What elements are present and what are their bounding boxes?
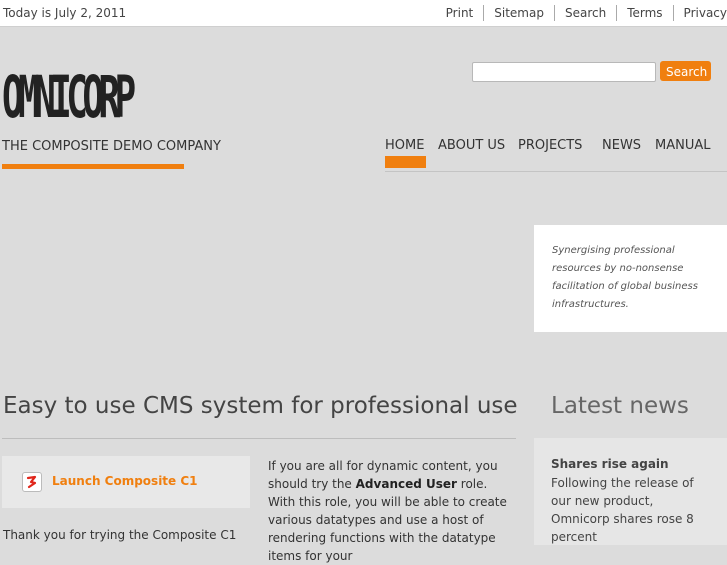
promo-text: Synergising professional resources by no… [552,245,698,310]
sitemap-link[interactable]: Sitemap [484,5,554,21]
nav-item-projects[interactable]: PROJECTS [518,138,582,153]
intro-paragraph: If you are all for dynamic content, you … [268,457,516,565]
launch-label: Launch Composite C1 [52,474,198,488]
main-heading: Easy to use CMS system for professional … [3,393,518,419]
nav-item-about-us[interactable]: ABOUT US [438,138,505,153]
omnicorp-logo[interactable]: OMNICORP [2,57,136,137]
date-text: Today is July 2, 2011 [3,6,127,20]
latest-news-heading: Latest news [551,393,689,419]
nav-active-indicator [385,156,426,168]
nav-item-home[interactable]: HOME [385,138,424,153]
launch-composite-button[interactable]: Launch Composite C1 [2,456,250,508]
search-input[interactable] [472,62,656,82]
advanced-user-role: Advanced User [355,477,457,491]
top-bar: Today is July 2, 2011 Print Sitemap Sear… [0,0,727,27]
news-title[interactable]: Shares rise again [551,457,669,471]
search-link[interactable]: Search [555,5,616,21]
nav-divider [385,171,727,172]
tagline: THE COMPOSITE DEMO COMPANY [2,139,221,154]
nav-item-manual[interactable]: MANUAL [655,138,711,153]
utility-links: Print Sitemap Search Terms Privacy [436,0,727,26]
promo-box: Synergising professional resources by no… [534,225,727,332]
composite-c1-icon [22,472,42,492]
news-text: Following the release of our new product… [551,476,694,544]
search-button[interactable]: Search [660,61,711,81]
logo-accent-bar [2,164,184,169]
privacy-link[interactable]: Privacy [674,5,727,21]
main-divider [2,438,516,439]
nav-item-news[interactable]: NEWS [602,138,641,153]
print-link[interactable]: Print [436,5,484,21]
thanks-text: Thank you for trying the Composite C1 [3,528,237,542]
terms-link[interactable]: Terms [617,5,672,21]
